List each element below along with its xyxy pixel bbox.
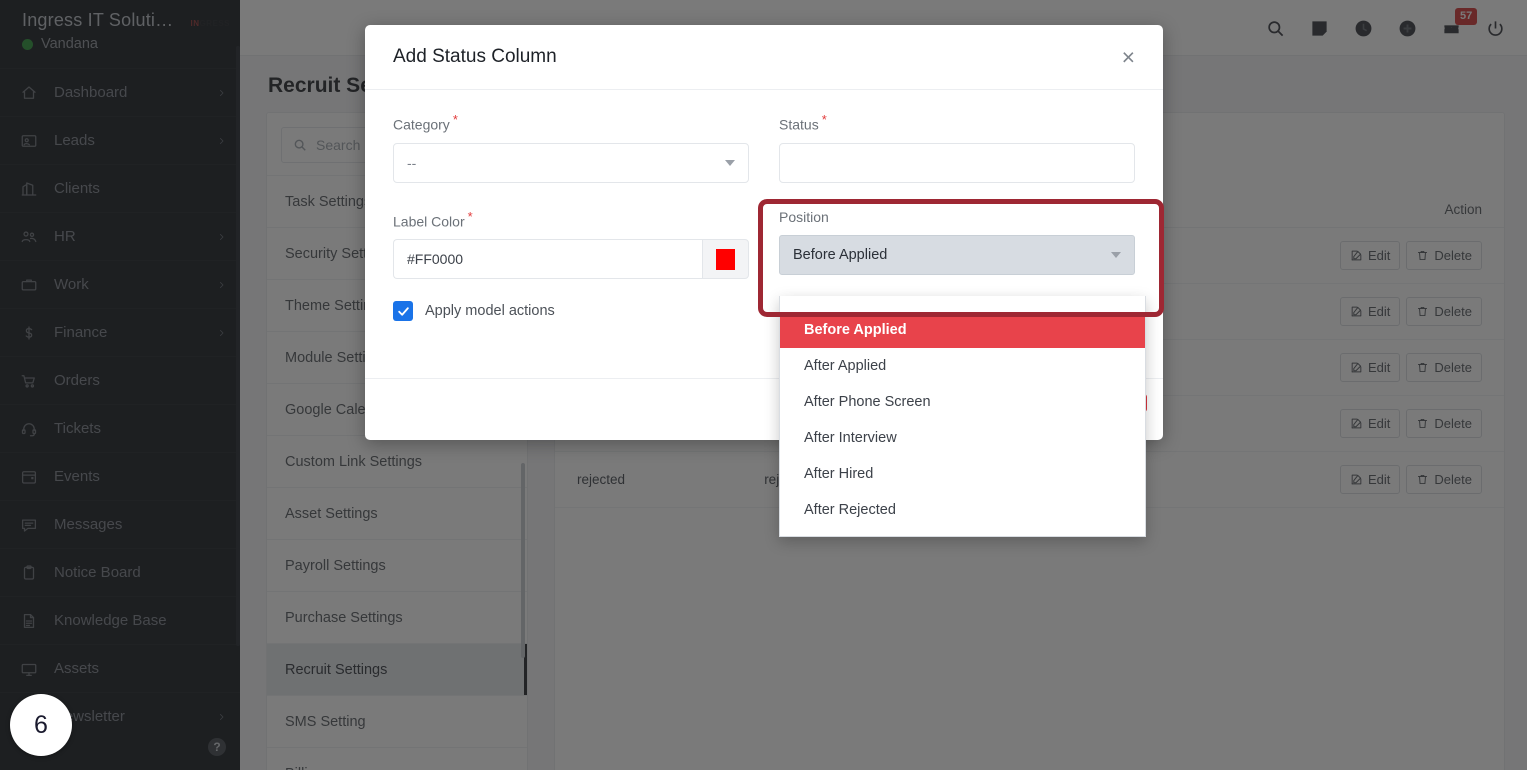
position-options: Before Applied After Applied After Phone S…	[780, 312, 1145, 528]
color-picker-button[interactable]	[702, 239, 749, 280]
position-dropdown-list: Before Applied After Applied After Phone S…	[779, 296, 1146, 537]
modal-row-2: Label Color * #FF0000 Position Before Ap…	[393, 209, 1135, 280]
category-select[interactable]: --	[393, 142, 749, 183]
category-field-group: Category * --	[393, 112, 749, 183]
position-label: Position	[779, 208, 829, 225]
label-color-field-group: Label Color * #FF0000	[393, 209, 749, 280]
dropdown-top-spacer	[780, 296, 1145, 312]
category-label: Category *	[393, 112, 749, 133]
status-required-marker: *	[821, 112, 827, 127]
modal-header: Add Status Column ×	[365, 25, 1163, 90]
category-select-value: --	[407, 154, 417, 171]
label-color-label-text: Label Color	[393, 213, 465, 230]
apply-model-actions-checkbox[interactable]	[393, 301, 413, 322]
status-label: Status *	[779, 112, 1135, 133]
label-color-input[interactable]: #FF0000	[393, 239, 702, 280]
modal-row-1: Category * -- Status *	[393, 112, 1135, 183]
position-select-value: Before Applied	[793, 246, 888, 263]
status-input[interactable]	[779, 142, 1135, 183]
position-option-after-hired[interactable]: After Hired	[780, 456, 1145, 492]
category-label-text: Category	[393, 116, 450, 133]
status-field-group: Status *	[779, 112, 1135, 183]
position-option-after-interview[interactable]: After Interview	[780, 420, 1145, 456]
status-label-text: Status	[779, 116, 819, 133]
label-color-required-marker: *	[467, 208, 473, 224]
category-required-marker: *	[452, 112, 458, 127]
position-option-after-applied[interactable]: After Applied	[780, 348, 1145, 384]
chevron-down-icon	[725, 159, 735, 166]
position-select[interactable]: Before Applied	[779, 234, 1135, 275]
position-option-after-rejected[interactable]: After Rejected	[780, 492, 1145, 528]
modal-title: Add Status Column	[393, 46, 557, 67]
label-color-label: Label Color *	[393, 209, 749, 230]
position-option-after-phone-screen[interactable]: After Phone Screen	[780, 384, 1145, 420]
color-swatch	[716, 248, 735, 270]
label-color-value: #FF0000	[407, 251, 464, 268]
app-root: Ingress IT Soluti… INGRESS Vandana Dashb…	[0, 0, 1527, 770]
step-badge: 6	[10, 694, 72, 756]
position-field-group: Position Before Applied	[779, 209, 1135, 280]
apply-model-actions-label: Apply model actions	[425, 303, 555, 320]
position-option-before-applied[interactable]: Before Applied	[780, 312, 1145, 348]
chevron-down-icon	[1111, 251, 1121, 258]
label-color-control: #FF0000	[393, 239, 749, 280]
close-icon[interactable]: ×	[1122, 45, 1135, 69]
